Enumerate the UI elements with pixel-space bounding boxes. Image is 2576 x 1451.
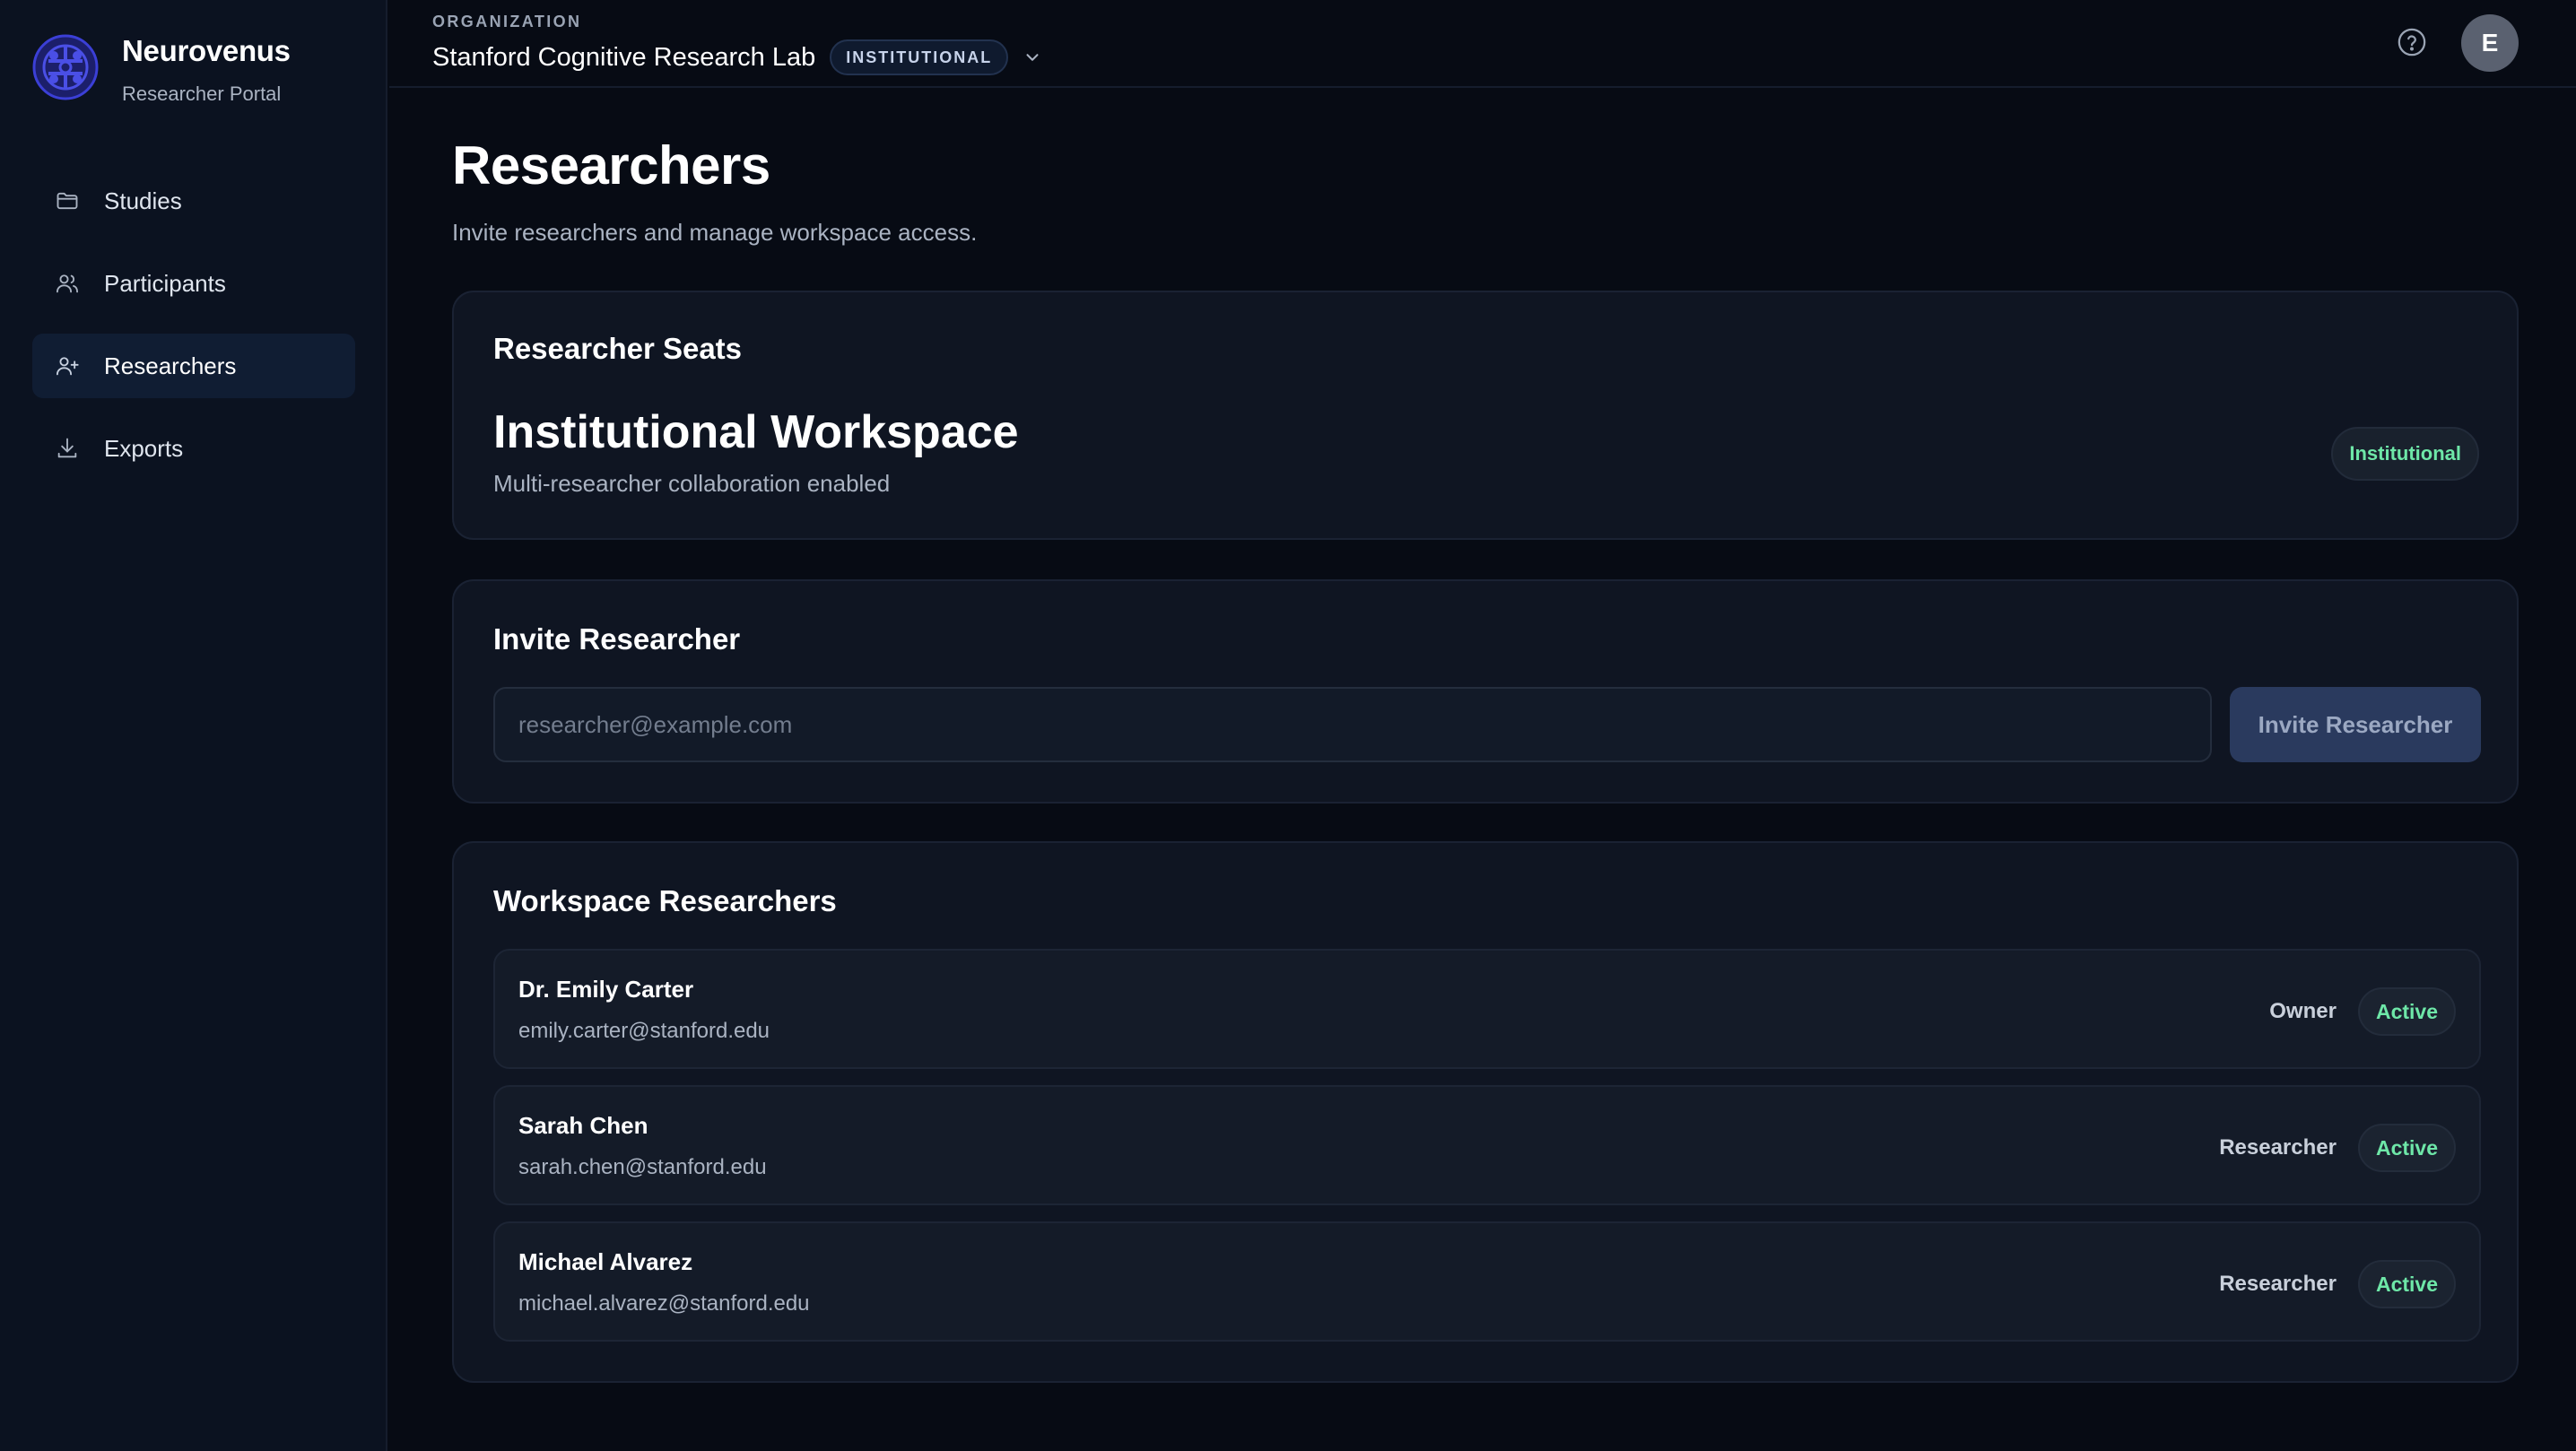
sidebar-item-studies[interactable]: Studies <box>32 169 355 233</box>
page-subtitle: Invite researchers and manage workspace … <box>452 219 978 246</box>
brain-logo-icon <box>32 34 99 100</box>
sidebar: Neurovenus Researcher Portal Studies Par… <box>0 0 387 1451</box>
avatar[interactable]: E <box>2461 14 2519 72</box>
invite-email-input[interactable] <box>493 687 2212 762</box>
researcher-email: emily.carter@stanford.edu <box>518 1019 770 1043</box>
org-switcher[interactable]: Stanford Cognitive Research Lab INSTITUT… <box>432 38 1042 77</box>
status-badge: Active <box>2357 1124 2456 1172</box>
org-caption: ORGANIZATION <box>432 13 582 30</box>
list-item[interactable]: Sarah Chen sarah.chen@stanford.edu Resea… <box>493 1085 2481 1205</box>
list-item[interactable]: Michael Alvarez michael.alvarez@stanford… <box>493 1221 2481 1342</box>
sidebar-item-label: Researchers <box>104 352 237 379</box>
folder-icon <box>54 187 81 214</box>
sidebar-item-label: Participants <box>104 269 226 297</box>
researcher-email: sarah.chen@stanford.edu <box>518 1155 767 1179</box>
researcher-list: Dr. Emily Carter emily.carter@stanford.e… <box>493 949 2481 1358</box>
plan-description: Multi-researcher collaboration enabled <box>493 470 891 497</box>
sidebar-item-label: Studies <box>104 187 182 214</box>
sidebar-item-exports[interactable]: Exports <box>32 416 355 481</box>
invite-researcher-button[interactable]: Invite Researcher <box>2230 687 2481 762</box>
sidebar-item-researchers[interactable]: Researchers <box>32 334 355 398</box>
researcher-role: Researcher <box>2219 1272 2337 1296</box>
brand-name: Neurovenus <box>122 34 291 67</box>
sidebar-nav: Studies Participants Researchers Exports <box>32 169 355 499</box>
card-title: Researcher Seats <box>493 332 743 365</box>
researcher-name: Sarah Chen <box>518 1112 648 1139</box>
page-title: Researchers <box>452 135 770 195</box>
org-name: Stanford Cognitive Research Lab <box>432 42 816 72</box>
list-item[interactable]: Dr. Emily Carter emily.carter@stanford.e… <box>493 949 2481 1069</box>
brand-subtitle: Researcher Portal <box>122 83 282 105</box>
researcher-meta: Owner Active <box>2269 986 2456 1037</box>
researcher-name: Dr. Emily Carter <box>518 976 694 1003</box>
org-plan-badge: INSTITUTIONAL <box>830 39 1009 75</box>
topbar: ORGANIZATION Stanford Cognitive Research… <box>389 0 2576 88</box>
researcher-seats-card: Researcher Seats Institutional Workspace… <box>452 291 2519 540</box>
invite-researcher-card: Invite Researcher Invite Researcher <box>452 579 2519 804</box>
sidebar-item-participants[interactable]: Participants <box>32 251 355 316</box>
researcher-meta: Researcher Active <box>2219 1259 2456 1309</box>
card-title: Invite Researcher <box>493 622 741 656</box>
researcher-role: Researcher <box>2219 1135 2337 1160</box>
sidebar-item-label: Exports <box>104 434 184 462</box>
researcher-name: Michael Alvarez <box>518 1248 693 1275</box>
app-root: Neurovenus Researcher Portal Studies Par… <box>0 0 2576 1451</box>
card-title: Workspace Researchers <box>493 884 837 917</box>
plan-name: Institutional Workspace <box>493 406 1019 458</box>
workspace-researchers-card: Workspace Researchers Dr. Emily Carter e… <box>452 841 2519 1383</box>
status-badge: Active <box>2357 987 2456 1036</box>
plan-badge: Institutional <box>2331 427 2479 481</box>
help-icon[interactable] <box>2397 27 2427 57</box>
download-icon <box>54 435 81 462</box>
researcher-role: Owner <box>2269 999 2337 1023</box>
researcher-email: michael.alvarez@stanford.edu <box>518 1291 810 1316</box>
brand[interactable]: Neurovenus Researcher Portal <box>32 34 373 124</box>
status-badge: Active <box>2357 1260 2456 1308</box>
chevron-down-icon[interactable] <box>1023 48 1042 67</box>
researcher-meta: Researcher Active <box>2219 1123 2456 1173</box>
users-icon <box>54 270 81 297</box>
user-plus-icon <box>54 352 81 379</box>
